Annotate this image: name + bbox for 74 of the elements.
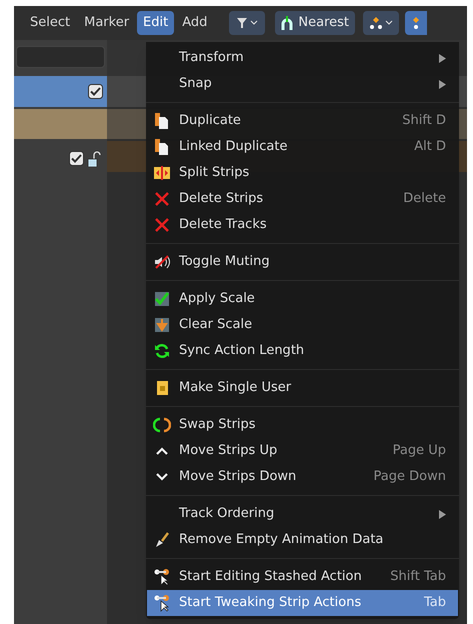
menu-entry[interactable]: Snap <box>147 71 458 97</box>
cross-icon <box>153 190 171 208</box>
menu-entry-label: Apply Scale <box>179 290 256 308</box>
shortcut-label: Page Down <box>374 468 446 486</box>
shortcut-label: Tab <box>424 594 446 612</box>
shortcut-label: Page Up <box>392 442 446 460</box>
menu-item[interactable]: Marker <box>78 11 136 35</box>
menu-entry[interactable]: Delete Strips Delete <box>147 186 458 212</box>
refresh-icon <box>153 342 171 360</box>
scale-check-icon <box>153 290 171 308</box>
menu-entry[interactable]: Clear Scale <box>147 312 458 338</box>
menu-entry-label: Transform <box>179 49 245 68</box>
menu-item[interactable]: Edit <box>137 11 174 35</box>
shortcut-label: Shift Tab <box>390 568 446 586</box>
menu-entry-label: Move Strips Up <box>179 442 278 460</box>
menu-entry[interactable]: Remove Empty Animation Data <box>147 527 458 553</box>
menu-item[interactable]: Add <box>176 11 214 35</box>
menu-entry[interactable]: Swap Strips <box>147 412 458 438</box>
unlock-icon[interactable] <box>87 150 101 166</box>
mute-speaker-icon <box>153 253 171 271</box>
strip-cursor-icon <box>153 568 171 586</box>
filter-dropdown[interactable] <box>229 11 266 35</box>
menu-entry-label: Sync Action Length <box>179 342 306 360</box>
swap-arrows-icon <box>153 416 171 434</box>
caret-icon <box>250 20 258 26</box>
menu-entry-label: Toggle Muting <box>179 253 271 272</box>
menu-entry[interactable]: Make Single User <box>147 375 458 401</box>
caret-icon <box>385 20 394 26</box>
menu-entry-label: Track Ordering <box>179 505 276 524</box>
shortcut-label: Shift D <box>402 112 446 130</box>
menu-entry[interactable]: Sync Action Length <box>147 338 458 364</box>
menu-entry-label: Snap <box>179 75 213 94</box>
brush-icon <box>153 531 171 549</box>
snap-dropdown[interactable]: Nearest <box>275 11 356 35</box>
cross-icon <box>153 216 171 234</box>
menu-entry-label: Start Tweaking Strip Actions <box>179 594 362 612</box>
menu-entry[interactable]: Apply Scale <box>147 286 458 312</box>
document-copy-icon <box>153 138 171 156</box>
menu-entry-label: Split Strips <box>179 164 250 182</box>
magnet-icon <box>281 15 294 31</box>
strip-cursor-icon <box>153 594 171 612</box>
menu-entry[interactable]: Split Strips <box>147 160 458 186</box>
menu-entry-label: Make Single User <box>179 379 292 398</box>
menu-entry-label: Delete Tracks <box>179 216 268 234</box>
menu-entry[interactable]: Move Strips Down Page Down <box>147 464 458 490</box>
menu-entry[interactable]: Start Editing Stashed Action Shift Tab <box>147 564 458 590</box>
menu-entry[interactable]: Duplicate Shift D <box>147 108 458 134</box>
filter-icon <box>236 17 248 29</box>
menu-entry-label: Clear Scale <box>179 316 254 334</box>
shortcut-label: Delete <box>403 190 446 208</box>
keyframe-dropdown[interactable] <box>363 11 400 35</box>
menu-entry-label: Swap Strips <box>179 416 257 434</box>
checkbox[interactable] <box>69 151 84 166</box>
menu-entry-label: Start Editing Stashed Action <box>179 568 363 586</box>
menu-item[interactable]: Select <box>24 11 76 35</box>
keyframe-icon <box>369 16 384 30</box>
search-field[interactable] <box>16 46 105 68</box>
menu-entry-label: Remove Empty Animation Data <box>179 531 384 550</box>
menu-entry[interactable]: Start Tweaking Strip Actions Tab <box>147 590 458 616</box>
menu-entry[interactable]: Move Strips Up Page Up <box>147 438 458 464</box>
menu-entry-label: Duplicate <box>179 112 242 130</box>
shortcut-label: Alt D <box>414 138 446 156</box>
checkbox[interactable] <box>88 84 103 99</box>
menu-entry[interactable]: Linked Duplicate Alt D <box>147 134 458 160</box>
menu-entry[interactable]: Delete Tracks <box>147 212 458 238</box>
menu-entry[interactable]: Toggle Muting <box>147 249 458 275</box>
keyframe-toggle[interactable] <box>405 11 428 35</box>
menu-entry-label: Delete Strips <box>179 190 264 208</box>
split-strip-icon <box>153 164 171 182</box>
document-copy-icon <box>153 112 171 130</box>
menu-entry[interactable]: Transform <box>147 45 458 71</box>
menu-entry-label: Move Strips Down <box>179 468 298 486</box>
menu-entry-label: Linked Duplicate <box>179 138 288 156</box>
menu-entry[interactable]: Track Ordering <box>147 501 458 527</box>
